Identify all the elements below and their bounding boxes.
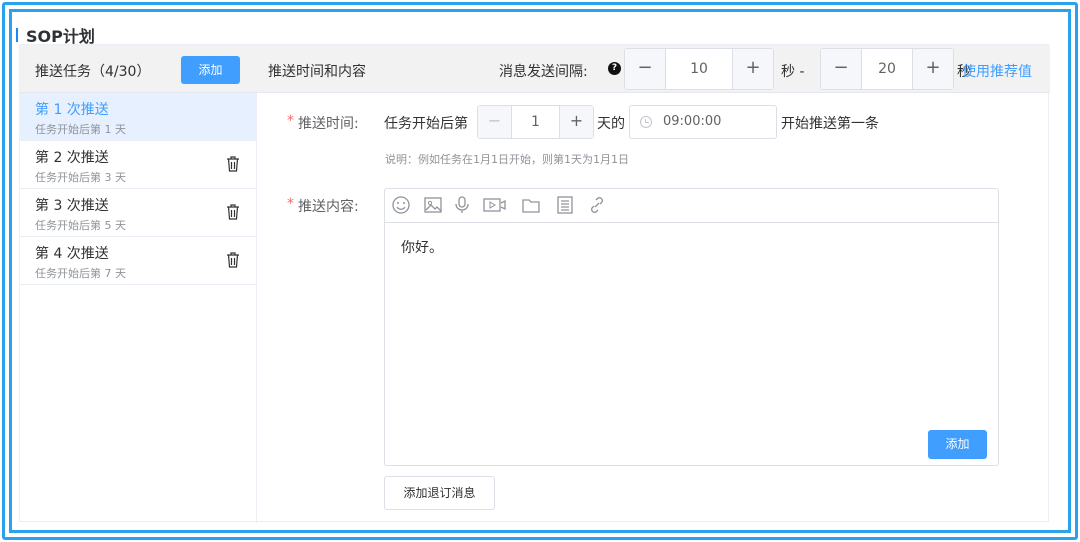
trash-icon[interactable] (226, 252, 240, 268)
help-icon[interactable]: ? (608, 62, 621, 75)
task-list: 第 1 次推送 任务开始后第 1 天 第 2 次推送 任务开始后第 3 天 第 … (20, 93, 256, 285)
day-stepper: − 1 + (477, 105, 594, 139)
message-editor[interactable]: 你好。 添加 (384, 188, 999, 466)
push-content-label: 推送内容: (298, 199, 359, 215)
image-icon[interactable] (423, 195, 443, 215)
section-title: 推送时间和内容 (268, 64, 366, 80)
required-mark: * (287, 196, 294, 212)
min-interval-value[interactable]: 10 (666, 49, 732, 89)
task-subtitle: 任务开始后第 3 天 (35, 171, 126, 184)
day-suffix: 天的 (597, 116, 625, 132)
day-value[interactable]: 1 (512, 106, 559, 138)
max-interval-stepper: − 20 + (820, 48, 954, 90)
task-title: 第 2 次推送 (35, 150, 109, 166)
trash-icon[interactable] (226, 156, 240, 172)
task-item-1[interactable]: 第 1 次推送 任务开始后第 1 天 (20, 93, 256, 141)
task-count-label: 推送任务（4/30） (35, 64, 151, 80)
time-value: 09:00:00 (663, 114, 722, 129)
decrement-button[interactable]: − (821, 49, 862, 89)
link-icon[interactable] (587, 195, 607, 215)
message-text[interactable]: 你好。 (401, 237, 443, 257)
task-title: 第 4 次推送 (35, 246, 109, 262)
sop-panel: 推送任务（4/30） 添加 第 1 次推送 任务开始后第 1 天 第 2 次推送… (19, 44, 1050, 523)
clock-icon (640, 116, 652, 128)
use-recommended-link[interactable]: 使用推荐值 (962, 61, 1032, 81)
folder-icon[interactable] (521, 195, 541, 215)
min-interval-unit: 秒 - (781, 64, 805, 80)
interval-label: 消息发送间隔: (499, 64, 588, 80)
trash-icon[interactable] (226, 204, 240, 220)
task-title: 第 3 次推送 (35, 198, 109, 214)
column-divider (256, 93, 257, 523)
task-title: 第 1 次推送 (35, 102, 109, 118)
editor-toolbar (385, 189, 998, 223)
task-subtitle: 任务开始后第 1 天 (35, 123, 126, 136)
push-time-prefix: 任务开始后第 (384, 116, 468, 132)
increment-button[interactable]: + (559, 106, 593, 138)
task-item-2[interactable]: 第 2 次推送 任务开始后第 3 天 (20, 141, 256, 189)
task-subtitle: 任务开始后第 5 天 (35, 219, 126, 232)
title-marker (16, 28, 18, 42)
decrement-button[interactable]: − (478, 106, 512, 138)
increment-button[interactable]: + (912, 49, 953, 89)
title-bar: SOP计划 (16, 24, 95, 46)
task-list-header: 推送任务（4/30） 添加 (20, 45, 256, 93)
increment-button[interactable]: + (732, 49, 773, 89)
push-time-label: 推送时间: (298, 116, 359, 132)
add-message-button[interactable]: 添加 (928, 430, 987, 459)
push-time-suffix: 开始推送第一条 (781, 116, 879, 132)
task-item-4[interactable]: 第 4 次推送 任务开始后第 7 天 (20, 237, 256, 285)
time-picker[interactable]: 09:00:00 (629, 105, 777, 139)
push-time-hint: 说明：例如任务在1月1日开始，则第1天为1月1日 (385, 153, 629, 166)
emoji-icon[interactable] (391, 195, 411, 215)
add-task-button[interactable]: 添加 (181, 56, 240, 84)
min-interval-stepper: − 10 + (624, 48, 774, 90)
max-interval-value[interactable]: 20 (862, 49, 912, 89)
required-mark: * (287, 113, 294, 129)
add-unsubscribe-button[interactable]: 添加退订消息 (384, 476, 495, 510)
video-icon[interactable] (483, 195, 507, 215)
task-subtitle: 任务开始后第 7 天 (35, 267, 126, 280)
microphone-icon[interactable] (452, 195, 472, 215)
task-item-3[interactable]: 第 3 次推送 任务开始后第 5 天 (20, 189, 256, 237)
document-icon[interactable] (555, 195, 575, 215)
decrement-button[interactable]: − (625, 49, 666, 89)
content-header: 推送时间和内容 消息发送间隔: ? − 10 + 秒 - − 20 + 秒 使用… (256, 45, 1050, 93)
